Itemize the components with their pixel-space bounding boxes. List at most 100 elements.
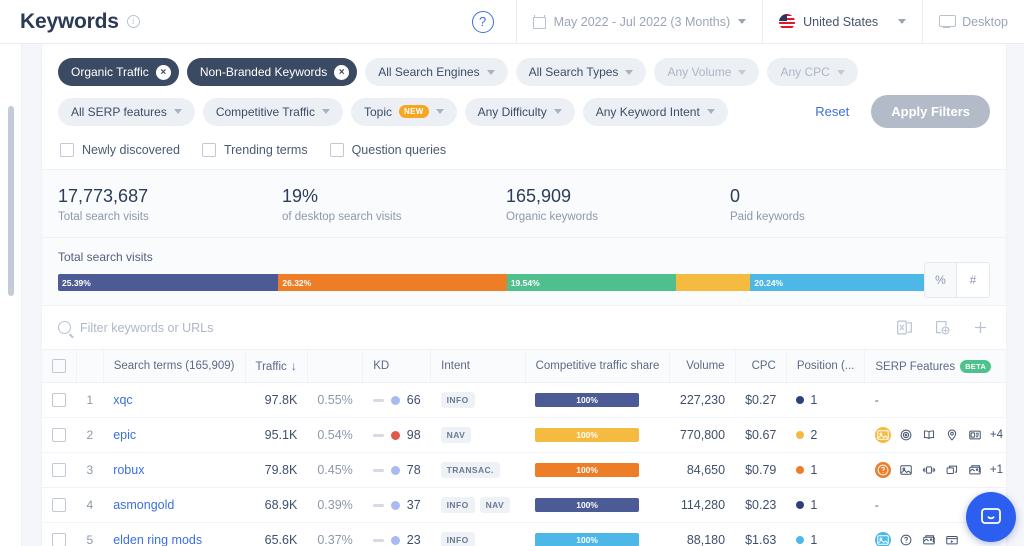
checkbox-box[interactable] [201,143,216,157]
th-traffic-pct [307,350,364,383]
question-icon[interactable] [874,462,891,478]
unit-toggle-percent[interactable]: % [925,263,957,297]
news-card-icon[interactable] [967,427,983,443]
bar-segment-label: 20.24% [754,277,784,288]
th-volume[interactable]: Volume [669,350,736,383]
filter-pill-all-serp-features[interactable]: All SERP features [58,97,195,126]
close-icon[interactable]: × [155,64,171,80]
select-all-checkbox[interactable] [52,359,66,373]
carousel-icon[interactable] [921,462,937,478]
th-search-terms[interactable]: Search terms (165,909) [103,350,246,383]
target-icon[interactable] [898,427,914,443]
image-pack-icon[interactable] [921,532,937,546]
page-scrollbar-track[interactable] [4,44,14,546]
filter-checkbox-newly-discovered[interactable]: Newly discovered [60,143,180,157]
date-range-selector[interactable]: May 2022 - Jul 2022 (3 Months) [515,0,762,44]
filter-pill-all-search-types[interactable]: All Search Types [515,58,647,86]
row-checkbox[interactable] [52,428,67,442]
chat-bubble-icon[interactable] [966,492,1016,542]
filter-pill-any-cpc[interactable]: Any CPC [767,58,858,86]
keyword-link[interactable]: robux [113,463,144,477]
row-checkbox[interactable] [52,463,67,477]
bar-segment-4[interactable] [676,274,751,291]
keyword-link[interactable]: epic [113,428,136,442]
share-bar: 100% [535,463,640,477]
serp-features-cell: +1 [874,462,1003,478]
unit-toggle-number[interactable]: # [957,263,989,297]
question-icon[interactable] [898,532,914,546]
filter-pill-label: Competitive Traffic [215,104,315,119]
table-row[interactable]: 4 asmongold 68.9K 0.39% 37 INFO NAV 100% 114,280… [42,487,1006,523]
row-checkbox[interactable] [52,393,67,407]
filter-pill-any-keyword-intent[interactable]: Any Keyword Intent [582,97,728,126]
table-row[interactable]: 3 robux 79.8K 0.45% 78 TRANSAC. 100% 84,650 $0.7… [42,452,1006,488]
keyword-link[interactable]: elden ring mods [113,533,202,546]
help-icon[interactable]: ? [471,10,494,33]
image-icon[interactable] [874,427,891,443]
kd-value: 66 [406,393,421,407]
image-icon[interactable] [874,532,891,546]
bar-segment-1[interactable]: 25.39% [58,274,279,291]
export-excel-icon[interactable] [894,318,914,338]
page-scrollbar-thumb[interactable] [8,106,14,296]
position-dot-icon [796,501,805,509]
row-competitive-share: 100% [525,417,670,453]
row-checkbox[interactable] [52,498,67,512]
kd-trend-icon [372,433,384,437]
serp-more-count[interactable]: +4 [990,429,1003,441]
row-traffic: 79.8K [245,452,308,488]
checkbox-box[interactable] [329,143,344,157]
th-traffic[interactable]: Traffic ↓ [245,350,308,383]
bar-segment-3[interactable]: 19.54% [506,274,677,291]
image-pack-icon[interactable] [967,462,983,478]
table-settings-icon[interactable] [932,318,952,338]
table-row[interactable]: 5 elden ring mods 65.6K 0.37% 23 INFO 100% 88,1… [42,523,1006,546]
serp-more-count[interactable]: +1 [990,464,1003,476]
row-select-cell [42,452,77,488]
checkbox-box[interactable] [60,143,74,157]
th-position[interactable]: Position (... [786,350,866,383]
table-row[interactable]: 2 epic 95.1K 0.54% 98 NAV 100% 770,800 $0.67 2 +4 [42,417,1006,453]
filter-pill-competitive-traffic[interactable]: Competitive Traffic [202,97,343,126]
country-selector[interactable]: United States [762,0,922,44]
keyword-link[interactable]: xqc [113,393,132,407]
row-competitive-share: 100% [525,382,670,418]
th-competitive-traffic-share[interactable]: Competitive traffic share [525,350,671,383]
th-serp-features[interactable]: SERP Features BETA [864,350,1006,383]
filter-pill-topic[interactable]: Topic NEW [350,97,457,126]
bar-segment-5[interactable]: 20.24% [750,274,926,291]
row-position: 1 [786,452,865,488]
table-row[interactable]: 1 xqc 97.8K 0.55% 66 INFO 100% 227,230 $0.27 1 - [42,382,1006,418]
share-bar-label: 100% [576,395,598,405]
search-input[interactable] [80,320,876,335]
stacked-cards-icon[interactable] [944,462,960,478]
filter-checkbox-question-queries[interactable]: Question queries [329,143,446,157]
th-kd[interactable]: KD [362,350,432,383]
row-checkbox[interactable] [52,533,67,546]
add-column-icon[interactable] [970,318,990,338]
apply-filters-button[interactable]: Apply Filters [871,95,990,128]
filter-pill-organic-traffic[interactable]: Organic Traffic × [58,58,179,86]
book-icon[interactable] [921,427,937,443]
keyword-link[interactable]: asmongold [113,498,174,512]
stat-value: 165,909 [506,186,572,206]
info-icon[interactable]: i [126,15,140,28]
row-volume: 770,800 [669,417,736,453]
filter-checkbox-trending-terms[interactable]: Trending terms [201,143,308,157]
location-pin-icon[interactable] [944,427,960,443]
reset-button[interactable]: Reset [815,104,849,119]
th-cpc[interactable]: CPC [735,350,787,383]
row-cpc: $0.79 [735,452,787,488]
filter-pill-any-difficulty[interactable]: Any Difficulty [464,97,575,126]
filter-pill-any-volume[interactable]: Any Volume [654,58,760,86]
kd-dot-icon [390,465,400,475]
image-icon[interactable] [898,462,914,478]
filter-pill-non-branded-keywords[interactable]: Non-Branded Keywords × [186,58,358,86]
bar-segment-2[interactable]: 26.32% [278,274,507,291]
filter-pill-all-search-engines[interactable]: All Search Engines [365,58,508,86]
close-icon[interactable]: × [334,64,350,80]
share-bar: 100% [535,393,640,407]
device-selector[interactable]: Desktop [922,0,1024,44]
video-card-icon[interactable] [944,532,960,546]
th-intent[interactable]: Intent [430,350,526,383]
